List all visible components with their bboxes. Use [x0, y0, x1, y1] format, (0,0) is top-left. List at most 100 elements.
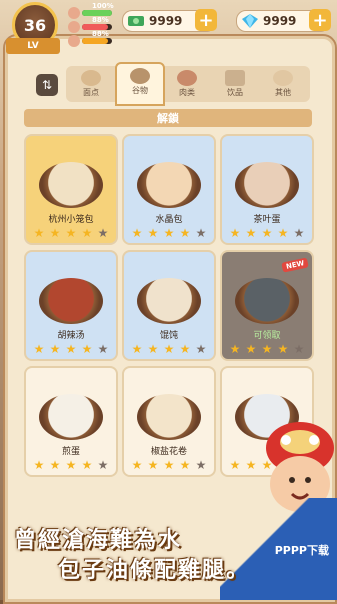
- level-label: LV: [6, 38, 60, 54]
- star-icon: ★: [49, 458, 61, 472]
- star-icon: ★: [179, 342, 191, 356]
- star-icon: ★: [229, 226, 241, 240]
- star-icon: ★: [147, 226, 159, 240]
- recipe-card[interactable]: 茶叶蛋 ★ ★ ★ ★ ★: [220, 134, 314, 245]
- level-badge[interactable]: 36 LV: [6, 2, 60, 58]
- tab-label: 饮品: [227, 88, 243, 97]
- star-icon: ★: [293, 342, 305, 356]
- star-icon: ★: [195, 342, 207, 356]
- star-icon: ★: [97, 342, 109, 356]
- tab-meat[interactable]: 肉类: [164, 66, 210, 102]
- dish-image: [235, 278, 299, 324]
- sort-button[interactable]: ⇅: [36, 74, 58, 96]
- stat-percent: 88%: [92, 16, 109, 24]
- dish-image: [137, 278, 201, 324]
- recipe-card[interactable]: 馄饨 ★ ★ ★ ★ ★: [122, 250, 216, 361]
- dish-name: 椒盐花卷: [150, 447, 187, 457]
- star-icon: ★: [33, 226, 45, 240]
- star-rating: ★ ★ ★ ★ ★: [32, 227, 110, 239]
- star-icon: ★: [195, 226, 207, 240]
- star-icon: ★: [179, 458, 191, 472]
- star-icon: ★: [97, 458, 109, 472]
- rice-bowl-icon: [130, 68, 150, 84]
- chef-face-icon: [68, 21, 80, 33]
- heart-face-icon: [68, 7, 80, 19]
- star-rating: ★ ★ ★ ★ ★: [130, 227, 208, 239]
- sort-icon: ⇅: [41, 78, 53, 92]
- star-icon: ★: [245, 226, 257, 240]
- star-icon: ★: [33, 458, 45, 472]
- slogan-line-1: 曾經滄海難為水: [14, 528, 183, 553]
- add-cash-button[interactable]: +: [195, 9, 217, 31]
- star-icon: ★: [131, 458, 143, 472]
- recipe-card[interactable]: 椒盐花卷 ★ ★ ★ ★ ★: [122, 366, 216, 477]
- cash-icon: [128, 16, 144, 26]
- star-icon: ★: [229, 342, 241, 356]
- dish-image: [137, 394, 201, 440]
- dish-image: [137, 162, 201, 208]
- star-icon: ★: [65, 458, 77, 472]
- stat-percent: 100%: [92, 2, 114, 10]
- star-icon: ★: [147, 458, 159, 472]
- star-icon: ★: [163, 342, 175, 356]
- star-icon: ★: [131, 342, 143, 356]
- tab-drink[interactable]: 饮品: [212, 66, 258, 102]
- egg-icon: [273, 70, 293, 86]
- stat-percent: 88%: [92, 30, 109, 38]
- recipe-card[interactable]: NEW 可领取 ★ ★ ★ ★ ★: [220, 250, 314, 361]
- new-badge: NEW: [280, 257, 309, 273]
- star-icon: ★: [147, 342, 159, 356]
- star-icon: ★: [261, 226, 273, 240]
- slogan-line-2: 包子油條配雞腿。: [58, 558, 251, 583]
- dish-name: 馄饨: [159, 331, 178, 341]
- star-icon: ★: [81, 226, 93, 240]
- cash-amount: 9999: [149, 14, 183, 28]
- category-tabs: 面点 谷物 肉类 饮品 其他: [66, 62, 310, 106]
- star-icon: ★: [33, 342, 45, 356]
- recipe-card[interactable]: 杭州小笼包 ★ ★ ★ ★ ★: [24, 134, 118, 245]
- star-icon: ★: [293, 226, 305, 240]
- promo-slogan: 曾經滄海難為水 包子油條配雞腿。: [14, 522, 314, 584]
- star-icon: ★: [81, 342, 93, 356]
- dish-image: [39, 394, 103, 440]
- star-icon: ★: [163, 226, 175, 240]
- star-icon: ★: [97, 226, 109, 240]
- star-icon: ★: [81, 458, 93, 472]
- stat-bar-customer: 88%: [68, 30, 113, 47]
- recipe-card[interactable]: 煎蛋 ★ ★ ★ ★ ★: [24, 366, 118, 477]
- star-rating: ★ ★ ★ ★ ★: [228, 227, 306, 239]
- dish-name: 煎蛋: [61, 447, 80, 457]
- unlock-banner: 解鎖: [24, 109, 312, 127]
- dish-name: 茶叶蛋: [253, 215, 281, 225]
- dish-image: [39, 162, 103, 208]
- bread-icon: [81, 70, 101, 86]
- star-icon: ★: [49, 342, 61, 356]
- recipe-card[interactable]: 胡辣汤 ★ ★ ★ ★ ★: [24, 250, 118, 361]
- diamond-counter: 9999 +: [236, 9, 331, 32]
- tab-label: 谷物: [132, 86, 148, 95]
- dish-image: [235, 162, 299, 208]
- star-icon: ★: [245, 342, 257, 356]
- star-icon: ★: [163, 458, 175, 472]
- diamond-amount: 9999: [263, 14, 297, 28]
- customer-face-icon: [68, 35, 80, 47]
- star-icon: ★: [65, 226, 77, 240]
- star-icon: ★: [131, 226, 143, 240]
- star-rating: ★ ★ ★ ★ ★: [32, 343, 110, 355]
- add-diamond-button[interactable]: +: [309, 9, 331, 31]
- star-icon: ★: [65, 342, 77, 356]
- star-rating: ★ ★ ★ ★ ★: [130, 459, 208, 471]
- star-icon: ★: [195, 458, 207, 472]
- dish-image: [39, 278, 103, 324]
- tab-label: 其他: [275, 88, 291, 97]
- star-icon: ★: [179, 226, 191, 240]
- tab-grain[interactable]: 谷物: [115, 62, 165, 106]
- star-rating: ★ ★ ★ ★ ★: [228, 343, 306, 355]
- star-icon: ★: [277, 342, 289, 356]
- tab-other[interactable]: 其他: [260, 66, 306, 102]
- drink-icon: [225, 70, 245, 86]
- diamond-icon: [242, 14, 258, 28]
- tab-pastry[interactable]: 面点: [68, 66, 114, 102]
- meat-icon: [177, 70, 197, 86]
- recipe-card[interactable]: 水晶包 ★ ★ ★ ★ ★: [122, 134, 216, 245]
